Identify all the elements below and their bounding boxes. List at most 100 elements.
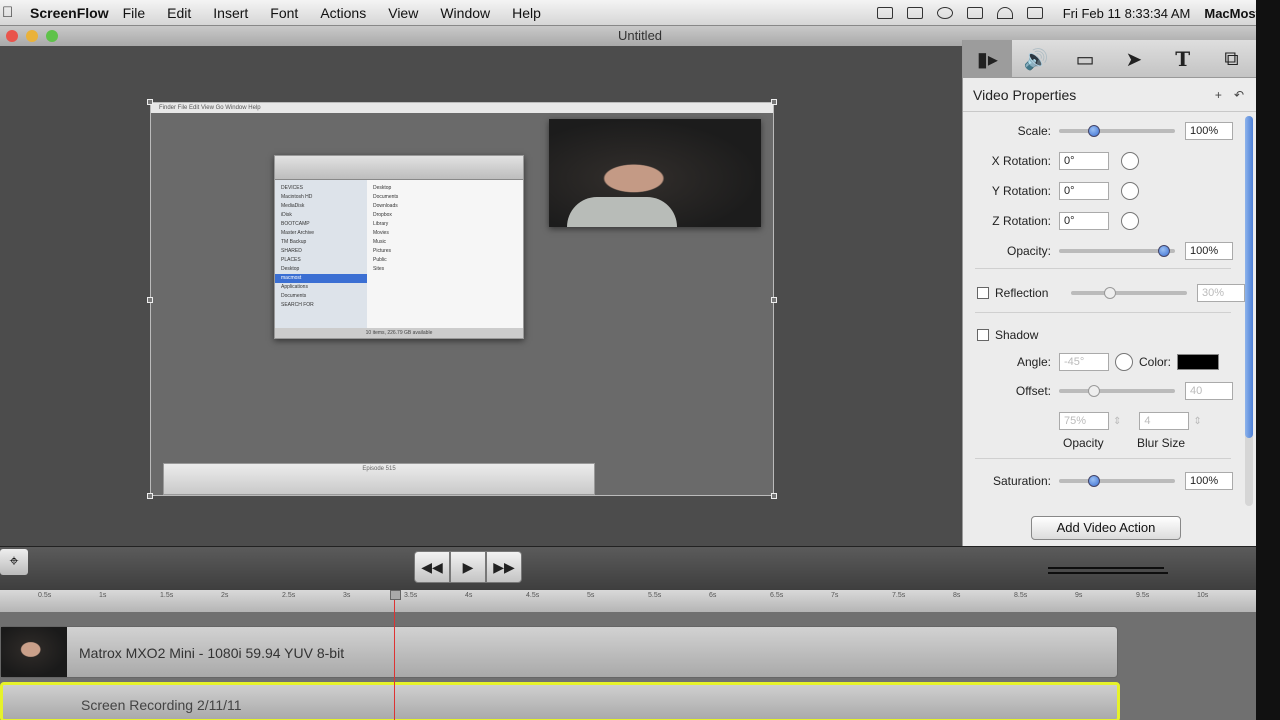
- rewind-button[interactable]: ◀◀: [414, 551, 450, 583]
- callout-icon[interactable]: ⧉: [1207, 40, 1256, 78]
- y-rotation-dial[interactable]: [1121, 182, 1139, 200]
- playhead[interactable]: [390, 590, 401, 720]
- shadow-opacity-field[interactable]: 75%: [1059, 412, 1109, 430]
- resize-handle-tl[interactable]: [147, 99, 153, 105]
- z-rotation-dial[interactable]: [1121, 212, 1139, 230]
- menubar-clock[interactable]: Fri Feb 11 8:33:34 AM: [1063, 6, 1191, 21]
- menu-file[interactable]: File: [123, 5, 146, 21]
- reflection-field[interactable]: 30%: [1197, 284, 1245, 302]
- ruler-tick: 9.5s: [1136, 592, 1150, 599]
- menu-font[interactable]: Font: [270, 5, 298, 21]
- sidebar-item: Master Archive: [281, 230, 315, 236]
- saturation-field[interactable]: 100%: [1185, 472, 1233, 490]
- resize-handle-mr[interactable]: [771, 297, 777, 303]
- close-icon[interactable]: [6, 30, 18, 42]
- shadow-checkbox[interactable]: [977, 329, 989, 341]
- resize-handle-tr[interactable]: [771, 99, 777, 105]
- fast-forward-button[interactable]: ▶▶: [486, 551, 522, 583]
- sidebar-item: Applications: [281, 284, 308, 290]
- reflection-checkbox[interactable]: [977, 287, 989, 299]
- time-machine-icon[interactable]: [936, 7, 953, 19]
- wifi-icon[interactable]: [996, 7, 1013, 19]
- app-menu[interactable]: ScreenFlow: [30, 5, 109, 21]
- resize-handle-ml[interactable]: [147, 297, 153, 303]
- reflection-slider[interactable]: [1071, 287, 1187, 299]
- reflection-knob[interactable]: [1104, 287, 1117, 299]
- crop-icon[interactable]: ⌖: [0, 549, 28, 575]
- canvas-area[interactable]: Finder File Edit View Go Window Help DEV…: [0, 46, 962, 546]
- angle-field[interactable]: -45°: [1059, 353, 1109, 371]
- clip-label: Matrox MXO2 Mini - 1080i 59.94 YUV 8-bit: [79, 645, 345, 661]
- resize-handle-bl[interactable]: [147, 493, 153, 499]
- add-icon[interactable]: +: [1215, 88, 1222, 102]
- audio-level-meter: [1048, 565, 1172, 577]
- divider: [975, 268, 1231, 269]
- opacity-knob[interactable]: [1157, 245, 1170, 257]
- menu-actions[interactable]: Actions: [320, 5, 366, 21]
- minimize-icon[interactable]: [26, 30, 38, 42]
- menubar-user[interactable]: MacMost: [1204, 6, 1260, 21]
- menu-window[interactable]: Window: [440, 5, 490, 21]
- volume-icon[interactable]: [1026, 7, 1043, 19]
- file-item: Dropbox: [373, 212, 392, 218]
- offset-knob[interactable]: [1088, 385, 1101, 397]
- saturation-slider[interactable]: [1059, 475, 1175, 487]
- scale-field[interactable]: 100%: [1185, 122, 1233, 140]
- screenflow-status-icon[interactable]: [906, 7, 923, 19]
- shadow-row: Shadow: [977, 328, 1038, 342]
- video-camera-icon[interactable]: ▮▸: [963, 40, 1012, 78]
- speaker-icon[interactable]: 🔊: [1012, 40, 1061, 78]
- panel-scrollbar[interactable]: [1245, 116, 1253, 506]
- monitor-icon[interactable]: ▭: [1061, 40, 1110, 78]
- timeline-clip-screen-recording[interactable]: Screen Recording 2/11/11: [0, 682, 1120, 720]
- timeline[interactable]: Matrox MXO2 Mini - 1080i 59.94 YUV 8-bit…: [0, 612, 1256, 720]
- recorded-finder-window[interactable]: DEVICES Macintosh HD MediaDisk iDisk BOO…: [274, 155, 524, 339]
- timeline-ruler[interactable]: 0.5s 1s 1.5s 2s 2.5s 3s 3.5s 4s 4.5s 5s 5.5s 6s 6.5s…: [0, 590, 1256, 612]
- screen-edge: [1256, 0, 1280, 720]
- offset-slider[interactable]: [1059, 385, 1175, 397]
- file-item: Downloads: [373, 203, 398, 209]
- blur-field[interactable]: 4: [1139, 412, 1190, 430]
- finder-status: 10 items, 226.79 GB available: [275, 328, 523, 338]
- webcam-video-overlay[interactable]: [549, 119, 761, 227]
- recorded-finder-window-2[interactable]: Episode 515: [163, 463, 595, 495]
- pointer-icon[interactable]: ➤: [1109, 40, 1158, 78]
- offset-field[interactable]: 40: [1185, 382, 1233, 400]
- x-rotation-field[interactable]: 0°: [1059, 152, 1109, 170]
- scale-slider[interactable]: [1059, 125, 1175, 137]
- y-rotation-field[interactable]: 0°: [1059, 182, 1109, 200]
- add-video-action-button[interactable]: Add Video Action: [1031, 516, 1181, 540]
- menu-edit[interactable]: Edit: [167, 5, 191, 21]
- display-icon[interactable]: [966, 7, 983, 19]
- apple-menu-icon[interactable]: : [2, 4, 22, 21]
- ruler-tick: 3s: [343, 592, 351, 599]
- play-button[interactable]: ▶: [450, 551, 486, 583]
- scrollbar-thumb[interactable]: [1245, 116, 1253, 438]
- recording-canvas[interactable]: Finder File Edit View Go Window Help DEV…: [147, 99, 777, 499]
- properties-panel: ▮▸ 🔊 ▭ ➤ T ⧉ Video Properties + ↶ Scale:…: [962, 40, 1256, 550]
- timeline-clip-camera[interactable]: Matrox MXO2 Mini - 1080i 59.94 YUV 8-bit: [0, 626, 1118, 678]
- scale-knob[interactable]: [1088, 125, 1101, 137]
- z-rotation-field[interactable]: 0°: [1059, 212, 1109, 230]
- angle-dial[interactable]: [1115, 353, 1133, 371]
- resize-handle-br[interactable]: [771, 493, 777, 499]
- shadow-color-well[interactable]: [1177, 354, 1220, 370]
- ruler-tick: 8s: [953, 592, 961, 599]
- text-icon[interactable]: T: [1158, 40, 1207, 78]
- menu-view[interactable]: View: [388, 5, 418, 21]
- menu-help[interactable]: Help: [512, 5, 541, 21]
- reflection-label: Reflection: [995, 286, 1049, 300]
- opacity-slider[interactable]: [1059, 245, 1175, 257]
- blur-stepper[interactable]: ⇕: [1193, 416, 1201, 427]
- saturation-knob[interactable]: [1088, 475, 1101, 487]
- angle-row: Angle: -45° Color:: [963, 353, 1220, 371]
- shadow-opacity-stepper[interactable]: ⇕: [1113, 416, 1121, 427]
- reset-icon[interactable]: ↶: [1234, 88, 1244, 102]
- x-rotation-dial[interactable]: [1121, 152, 1139, 170]
- ruler-tick: 7s: [831, 592, 839, 599]
- camera-status-icon[interactable]: [876, 7, 893, 19]
- sidebar-item: BOOTCAMP: [281, 221, 310, 227]
- menu-insert[interactable]: Insert: [213, 5, 248, 21]
- zoom-icon[interactable]: [46, 30, 58, 42]
- opacity-field[interactable]: 100%: [1185, 242, 1233, 260]
